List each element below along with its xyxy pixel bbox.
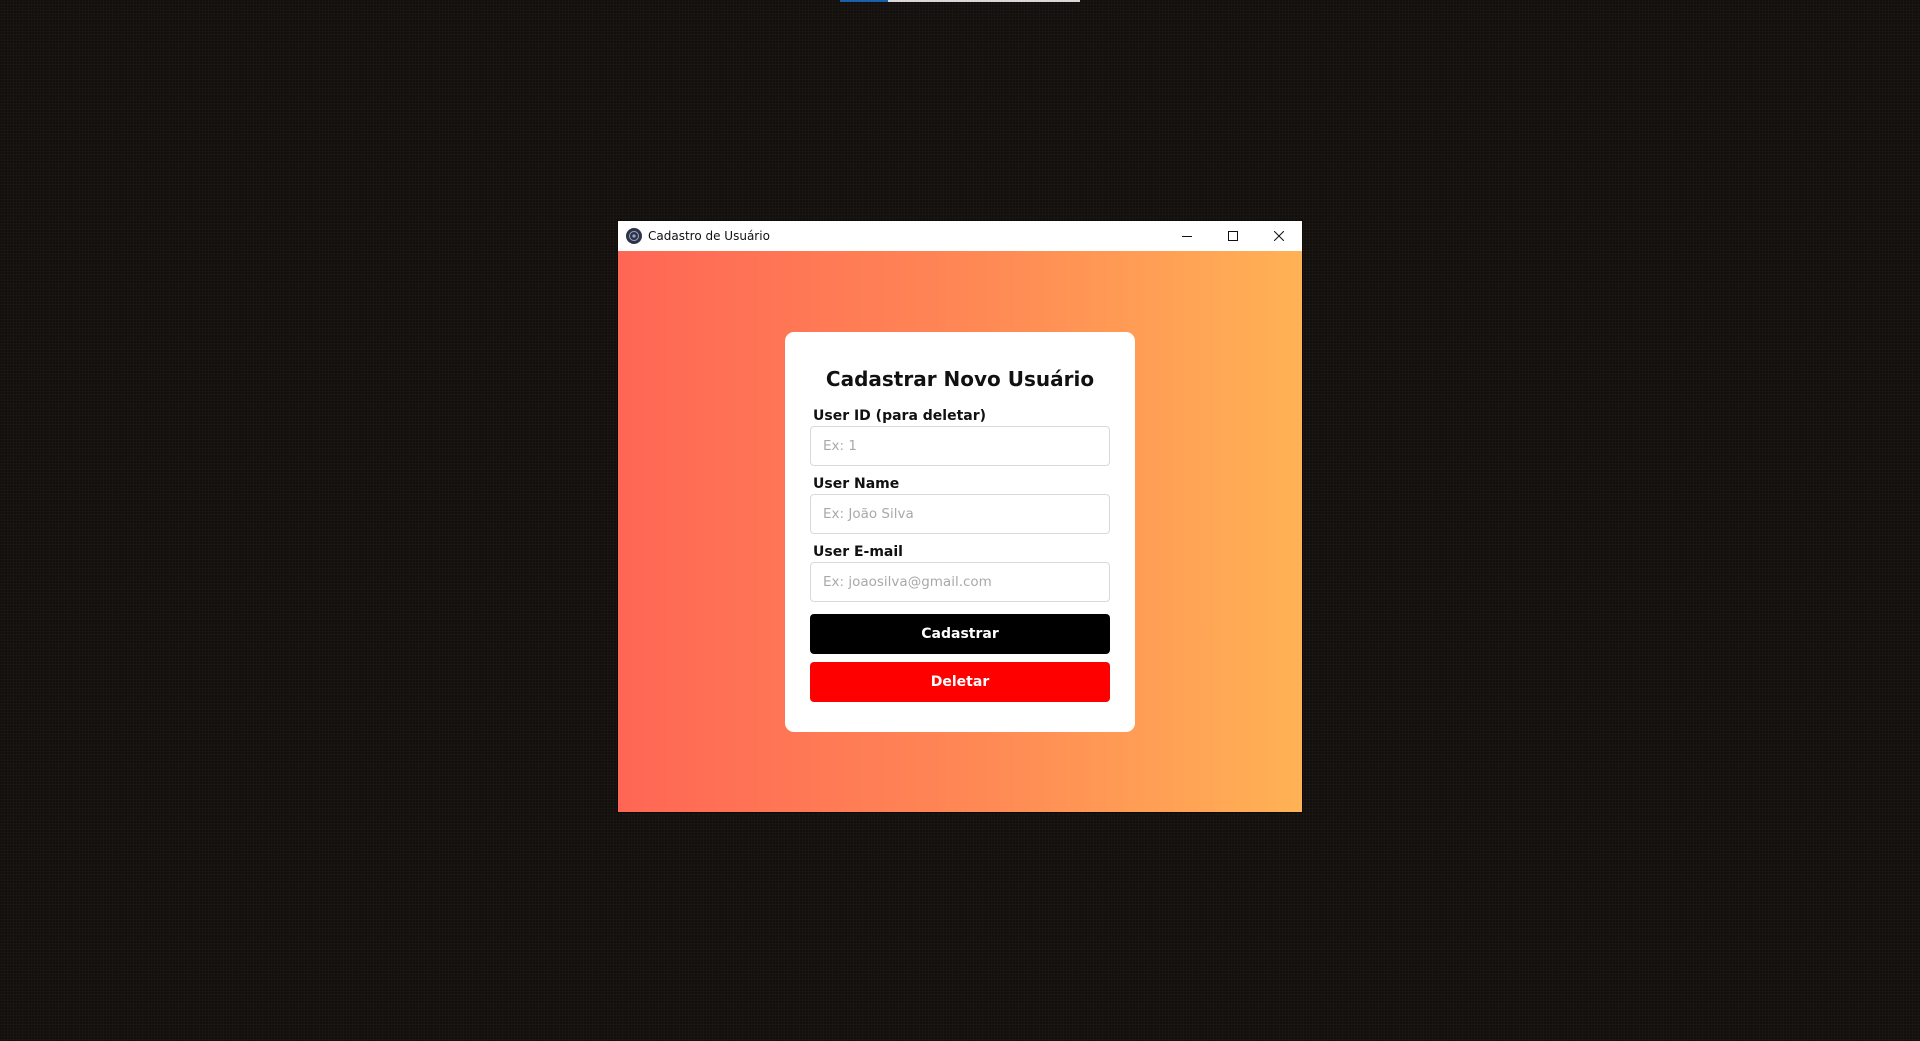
close-button[interactable] bbox=[1256, 221, 1302, 251]
maximize-button[interactable] bbox=[1210, 221, 1256, 251]
taskbar-edge-strip bbox=[840, 0, 1080, 2]
maximize-icon bbox=[1228, 231, 1238, 241]
taskbar-active-indicator bbox=[840, 0, 888, 2]
user-id-input[interactable] bbox=[810, 426, 1110, 466]
user-email-label: User E-mail bbox=[813, 544, 903, 560]
user-email-input[interactable] bbox=[810, 562, 1110, 602]
minimize-icon bbox=[1182, 236, 1192, 237]
close-icon bbox=[1274, 231, 1284, 241]
app-window: Cadastro de Usuário Cadastrar Novo Usuár… bbox=[618, 221, 1302, 812]
minimize-button[interactable] bbox=[1164, 221, 1210, 251]
window-titlebar[interactable]: Cadastro de Usuário bbox=[618, 221, 1302, 251]
user-name-label: User Name bbox=[813, 476, 900, 492]
window-controls bbox=[1164, 221, 1302, 251]
window-title: Cadastro de Usuário bbox=[648, 229, 770, 243]
delete-button[interactable]: Deletar bbox=[810, 662, 1110, 702]
user-name-input[interactable] bbox=[810, 494, 1110, 534]
gradient-background: Cadastrar Novo Usuário User ID (para del… bbox=[618, 251, 1302, 812]
form-heading: Cadastrar Novo Usuário bbox=[825, 367, 1095, 391]
registration-card: Cadastrar Novo Usuário User ID (para del… bbox=[785, 332, 1135, 732]
user-id-label: User ID (para deletar) bbox=[813, 408, 987, 424]
register-button[interactable]: Cadastrar bbox=[810, 614, 1110, 654]
app-logo-icon bbox=[626, 228, 642, 244]
